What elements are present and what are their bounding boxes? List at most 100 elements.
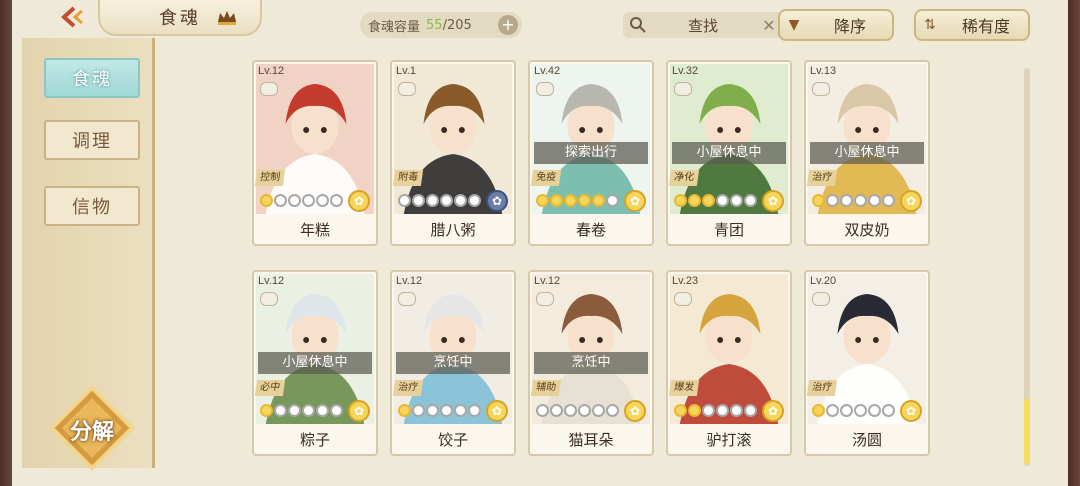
star-icon (454, 404, 467, 417)
sort-by-button[interactable]: ⇅ 稀有度 (914, 9, 1030, 41)
star-icon (674, 404, 687, 417)
card-name: 双皮奶 (844, 221, 890, 239)
scroll-thumb[interactable] (1024, 398, 1030, 464)
menu-icon[interactable] (536, 82, 554, 96)
menu-icon[interactable] (260, 292, 278, 306)
level-label: Lv.12 (258, 275, 285, 287)
food-soul-card[interactable]: Lv.12 控制 ✿ 年糕 (252, 60, 378, 246)
card-name: 腊八粥 (430, 221, 476, 239)
star-rating (260, 404, 343, 417)
star-icon (468, 194, 481, 207)
menu-icon[interactable] (398, 82, 416, 96)
star-icon (688, 194, 701, 207)
add-capacity-button[interactable]: + (498, 15, 518, 35)
menu-icon[interactable] (536, 292, 554, 306)
star-icon (426, 194, 439, 207)
star-icon (840, 404, 853, 417)
close-icon[interactable]: ✕ (759, 16, 779, 35)
menu-icon[interactable] (398, 292, 416, 306)
star-icon (702, 194, 715, 207)
decompose-label: 分解 (69, 420, 114, 445)
scrollbar[interactable] (1024, 68, 1030, 466)
menu-icon[interactable] (674, 292, 692, 306)
flower-icon: ✿ (900, 190, 922, 212)
star-icon (744, 404, 757, 417)
star-icon (854, 194, 867, 207)
chevron-down-icon: ▼ (788, 17, 800, 33)
card-name: 青团 (713, 221, 744, 239)
food-soul-card[interactable]: Lv.12 小屋休息中 必中 ✿ 粽子 (252, 270, 378, 456)
food-soul-card[interactable]: Lv.13 小屋休息中 治疗 ✿ 双皮奶 (804, 60, 930, 246)
star-rating (812, 194, 895, 207)
food-soul-card[interactable]: Lv.12 烹饪中 辅助 ✿ 猫耳朵 (528, 270, 654, 456)
star-icon (688, 404, 701, 417)
star-icon (592, 194, 605, 207)
role-badge: 净化 (668, 170, 700, 186)
role-badge: 必中 (254, 380, 286, 396)
status-badge: 探索出行 (534, 142, 648, 164)
right-frame (1068, 0, 1080, 486)
star-rating (536, 194, 619, 207)
level-label: Lv.23 (672, 275, 699, 287)
star-icon (826, 194, 839, 207)
card-name: 汤圆 (851, 431, 882, 449)
star-icon (302, 404, 315, 417)
sidebar: 食魂 调理 信物 分解 (22, 38, 155, 471)
role-badge: 附毒 (392, 170, 424, 186)
star-icon (454, 194, 467, 207)
status-badge: 烹饪中 (396, 352, 510, 374)
level-label: Lv.12 (258, 65, 285, 77)
star-icon (564, 404, 577, 417)
menu-icon[interactable] (812, 292, 830, 306)
star-rating (398, 194, 481, 207)
menu-icon[interactable] (812, 82, 830, 96)
food-soul-card[interactable]: Lv.1 附毒 ✿ 腊八粥 (390, 60, 516, 246)
star-rating (398, 404, 481, 417)
decompose-button[interactable]: 分解 (48, 384, 136, 472)
food-soul-card[interactable]: Lv.42 探索出行 免疫 ✿ 春卷 (528, 60, 654, 246)
star-icon (744, 194, 757, 207)
sidebar-item-food-soul[interactable]: 食魂 (44, 58, 140, 98)
card-name: 春卷 (575, 221, 606, 239)
star-icon (882, 194, 895, 207)
star-icon (702, 404, 715, 417)
food-soul-card[interactable]: Lv.32 小屋休息中 净化 ✿ 青团 (666, 60, 792, 246)
flower-icon: ✿ (624, 400, 646, 422)
star-icon (826, 404, 839, 417)
search-icon (630, 17, 646, 33)
sort-order-label: 降序 (833, 17, 866, 36)
star-icon (550, 194, 563, 207)
sort-order-button[interactable]: ▼ 降序 (778, 9, 894, 41)
star-icon (868, 194, 881, 207)
star-icon (274, 194, 287, 207)
star-icon (882, 404, 895, 417)
star-icon (868, 404, 881, 417)
status-badge: 小屋休息中 (810, 142, 924, 164)
star-icon (730, 194, 743, 207)
star-icon (302, 194, 315, 207)
star-icon (398, 194, 411, 207)
level-label: Lv.13 (810, 65, 837, 77)
search-box[interactable]: 查找 ✕ (623, 12, 783, 38)
level-label: Lv.12 (396, 275, 423, 287)
crown-icon[interactable] (216, 8, 238, 26)
food-soul-card[interactable]: Lv.23 爆发 ✿ 驴打滚 (666, 270, 792, 456)
sort-by-label: 稀有度 (961, 17, 1010, 36)
card-name: 驴打滚 (706, 431, 752, 449)
menu-icon[interactable] (260, 82, 278, 96)
sidebar-item-condition[interactable]: 调理 (44, 120, 140, 160)
role-badge: 爆发 (668, 380, 700, 396)
menu-icon[interactable] (674, 82, 692, 96)
sidebar-item-token[interactable]: 信物 (44, 186, 140, 226)
flower-icon: ✿ (900, 400, 922, 422)
back-button[interactable] (56, 4, 90, 30)
search-input[interactable]: 查找 (647, 15, 759, 36)
status-badge: 小屋休息中 (258, 352, 372, 374)
food-soul-card[interactable]: Lv.12 烹饪中 治疗 ✿ 饺子 (390, 270, 516, 456)
star-icon (674, 194, 687, 207)
food-soul-card[interactable]: Lv.20 治疗 ✿ 汤圆 (804, 270, 930, 456)
card-name: 猫耳朵 (568, 431, 614, 449)
star-icon (274, 404, 287, 417)
back-arrow-icon (61, 6, 83, 28)
star-icon (330, 194, 343, 207)
